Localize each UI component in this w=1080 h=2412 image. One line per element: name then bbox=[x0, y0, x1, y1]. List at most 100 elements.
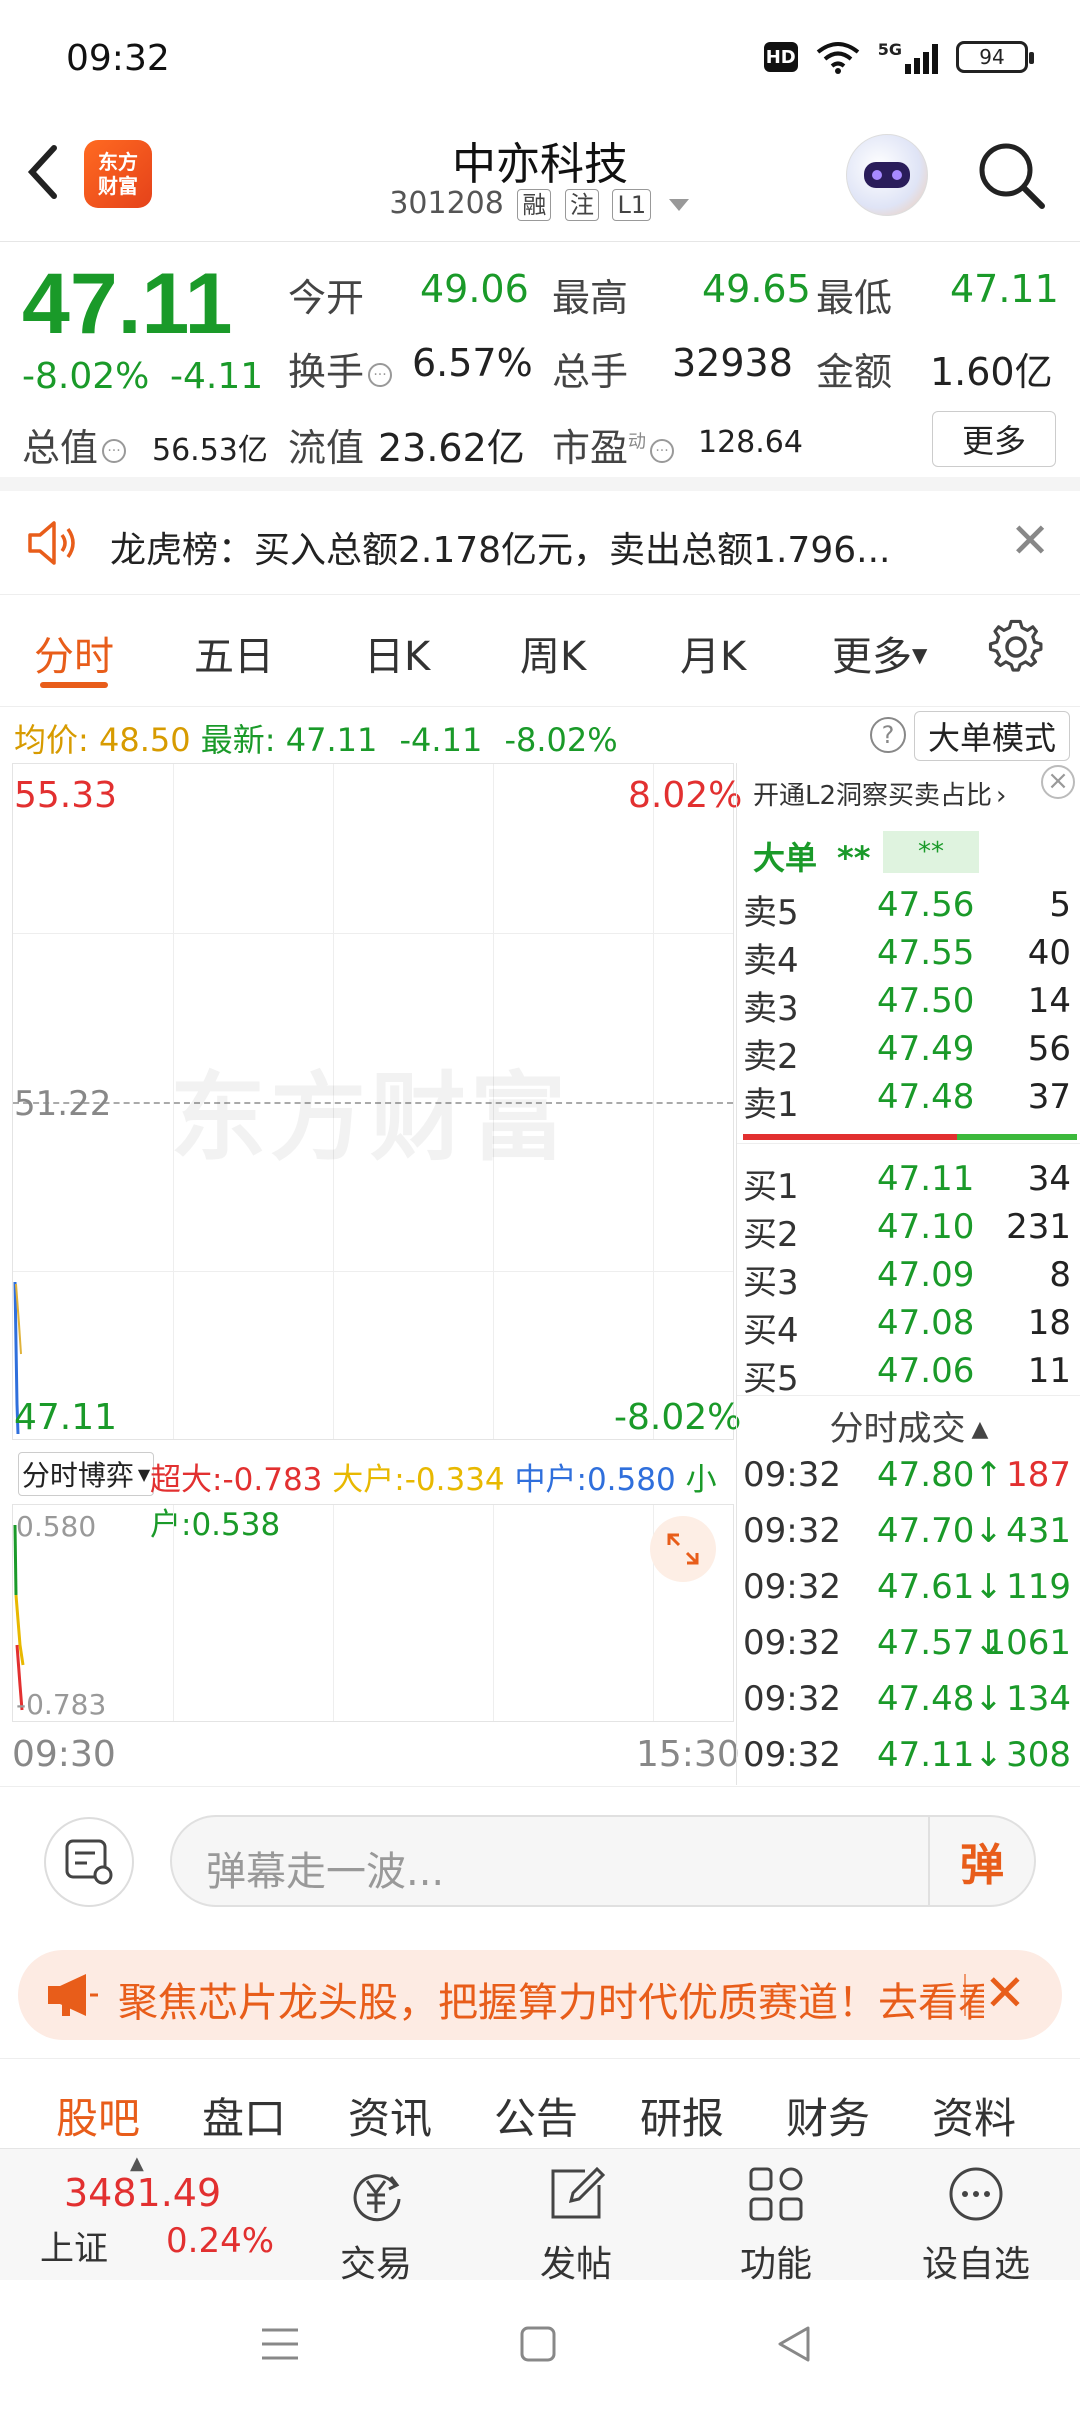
more-button[interactable]: 更多 bbox=[932, 411, 1056, 467]
change-amount: -4.11 bbox=[170, 356, 264, 397]
high-label: 最高 bbox=[552, 276, 629, 320]
danmaku-send-button[interactable]: 弹 bbox=[928, 1817, 1034, 1905]
nav-post[interactable]: 发帖 bbox=[506, 2163, 646, 2287]
tab-intraday[interactable]: 分时 bbox=[34, 624, 114, 682]
expand-icon bbox=[667, 1533, 699, 1565]
tab-research[interactable]: 研报 bbox=[640, 2085, 724, 2146]
wifi-icon bbox=[816, 42, 859, 74]
bid-row[interactable]: 买2 47.10 231 bbox=[737, 1207, 1080, 1255]
bid-row[interactable]: 买4 47.08 18 bbox=[737, 1303, 1080, 1351]
avg-line: 均价: 48.50 最新: 47.11 -4.11 -8.02% bbox=[14, 715, 618, 761]
chart-top-pct: 8.02% bbox=[628, 775, 743, 816]
trade-row: 09:32 47.48↓ 134 bbox=[743, 1679, 1071, 1719]
promo-text: 聚焦芯片龙头股，把握算力时代优质赛道！去看看 bbox=[118, 1980, 984, 2026]
mktcap-info-icon[interactable]: ··· bbox=[102, 439, 127, 463]
change-percent: -8.02% bbox=[22, 356, 150, 397]
caret-up-icon: ▲ bbox=[971, 1417, 989, 1442]
tab-weekly-k[interactable]: 周K bbox=[520, 624, 586, 682]
ask-row[interactable]: 卖3 47.50 14 bbox=[737, 981, 1080, 1029]
big-order-row: 大单 ** bbox=[753, 839, 871, 877]
gear-icon[interactable] bbox=[986, 616, 1046, 676]
tab-monthly-k[interactable]: 月K bbox=[680, 624, 746, 682]
close-icon[interactable]: ✕ bbox=[984, 1964, 1026, 2022]
trade-row: 09:32 47.57↓ 1061 bbox=[743, 1623, 1071, 1663]
tab-handicap[interactable]: 盘口 bbox=[202, 2085, 286, 2146]
bid-row[interactable]: 买1 47.11 34 bbox=[737, 1159, 1080, 1207]
volume-value: 32938 bbox=[672, 341, 793, 385]
menu-icon[interactable] bbox=[258, 2324, 302, 2364]
tab-finance[interactable]: 财务 bbox=[786, 2085, 870, 2146]
pe-value: 128.64 bbox=[698, 425, 803, 460]
nav-add-watchlist[interactable]: 设自选 bbox=[906, 2163, 1046, 2287]
mid-label: 中户: bbox=[514, 1462, 587, 1498]
tab-five-day[interactable]: 五日 bbox=[194, 624, 274, 682]
close-icon[interactable]: ✕ bbox=[1010, 513, 1050, 569]
flow-chart[interactable] bbox=[12, 1504, 734, 1722]
chart-bottom-price: 47.11 bbox=[14, 1397, 118, 1438]
danmaku-settings-button[interactable] bbox=[44, 1817, 134, 1907]
flow-lines bbox=[13, 1524, 25, 1711]
tab-news[interactable]: 资讯 bbox=[348, 2085, 432, 2146]
back-icon[interactable] bbox=[774, 2324, 814, 2364]
trade-row: 09:32 47.80↑ 187 bbox=[743, 1455, 1071, 1495]
edit-icon bbox=[551, 2166, 606, 2219]
search-button[interactable] bbox=[976, 140, 1046, 210]
ask-row[interactable]: 卖5 47.56 5 bbox=[737, 885, 1080, 933]
float-value: 23.62亿 bbox=[378, 426, 525, 470]
ask-row[interactable]: 卖4 47.55 40 bbox=[737, 933, 1080, 981]
comment-settings-icon bbox=[65, 1839, 113, 1885]
nav-trade[interactable]: 交易 bbox=[306, 2163, 446, 2287]
tab-announcements[interactable]: 公告 bbox=[494, 2085, 578, 2146]
ask-row[interactable]: 卖1 47.48 37 bbox=[737, 1077, 1080, 1125]
big-order-mode-button[interactable]: 大单模式 bbox=[914, 711, 1070, 761]
trade-row: 09:32 47.11↓ 308 bbox=[743, 1735, 1071, 1775]
mktcap-value: 56.53亿 bbox=[152, 433, 268, 468]
signal-icon: 5G bbox=[878, 40, 938, 74]
notice-text: 龙虎榜：买入总额2.178亿元，卖出总额1.796... bbox=[110, 530, 891, 571]
tab-forum[interactable]: 股吧 bbox=[56, 2085, 140, 2146]
dropdown-icon: ▼ bbox=[137, 1464, 151, 1484]
latest-change: -4.11 bbox=[399, 721, 483, 759]
more-dots-icon bbox=[949, 2167, 1003, 2221]
tab-more[interactable]: 更多▼ bbox=[832, 624, 927, 682]
large-value: -0.334 bbox=[404, 1462, 505, 1498]
notice-bar[interactable]: 龙虎榜：买入总额2.178亿元，卖出总额1.796... ✕ bbox=[0, 491, 1080, 595]
tab-profile[interactable]: 资料 bbox=[932, 2085, 1016, 2146]
flow-select[interactable]: 分时博弈 ▼ bbox=[18, 1452, 154, 1496]
dropdown-icon bbox=[668, 199, 689, 211]
home-icon[interactable] bbox=[518, 2324, 558, 2364]
network-type: 5G bbox=[877, 40, 902, 59]
trades-title[interactable]: 分时成交 ▲ bbox=[737, 1401, 1080, 1450]
nav-functions[interactable]: 功能 bbox=[706, 2163, 846, 2287]
flow-bottom-value: -0.783 bbox=[16, 1688, 107, 1721]
ai-assistant-avatar[interactable] bbox=[846, 134, 928, 216]
danmaku-bar: 弹幕走一波... 弹 bbox=[0, 1786, 1080, 1936]
bottom-nav: ▲ 3481.49 上证 0.24% 交易 发帖 功能 设自选 bbox=[0, 2148, 1080, 2285]
avg-label: 均价: bbox=[14, 721, 89, 759]
index-widget[interactable]: ▲ 3481.49 上证 0.24% bbox=[0, 2149, 300, 2281]
help-icon[interactable]: ? bbox=[870, 717, 906, 753]
chart-top-price: 55.33 bbox=[14, 775, 118, 816]
l2-promo-link[interactable]: 开通L2洞察买卖占比 › bbox=[753, 775, 1006, 812]
tab-daily-k[interactable]: 日K bbox=[364, 624, 430, 682]
close-icon[interactable]: × bbox=[1041, 765, 1075, 799]
bid-row[interactable]: 买3 47.09 8 bbox=[737, 1255, 1080, 1303]
volume-label: 总手 bbox=[552, 350, 629, 394]
float-label: 流值 bbox=[288, 426, 365, 470]
avg-price-bar: 均价: 48.50 最新: 47.11 -4.11 -8.02% ? 大单模式 bbox=[0, 706, 1080, 762]
search-icon bbox=[979, 143, 1045, 209]
promo-banner[interactable]: 聚焦芯片龙头股，把握算力时代优质赛道！去看看 ✕ bbox=[18, 1950, 1062, 2040]
open-label: 今开 bbox=[288, 276, 365, 320]
turnover-info-icon[interactable]: ··· bbox=[368, 363, 393, 387]
pe-label: 市盈动 ··· bbox=[552, 417, 675, 472]
robot-face-icon bbox=[864, 162, 910, 188]
time-end: 15:30 bbox=[636, 1734, 740, 1775]
tab-underline bbox=[40, 682, 108, 688]
bid-row[interactable]: 买5 47.06 11 bbox=[737, 1351, 1080, 1399]
ask-row[interactable]: 卖2 47.49 56 bbox=[737, 1029, 1080, 1077]
large-label: 大户: bbox=[332, 1462, 405, 1498]
watermark: 东方财富 bbox=[170, 1062, 570, 1174]
expand-button[interactable] bbox=[650, 1516, 716, 1582]
chart-mid-price: 51.22 bbox=[14, 1084, 112, 1124]
pe-info-icon[interactable]: ··· bbox=[650, 439, 675, 463]
